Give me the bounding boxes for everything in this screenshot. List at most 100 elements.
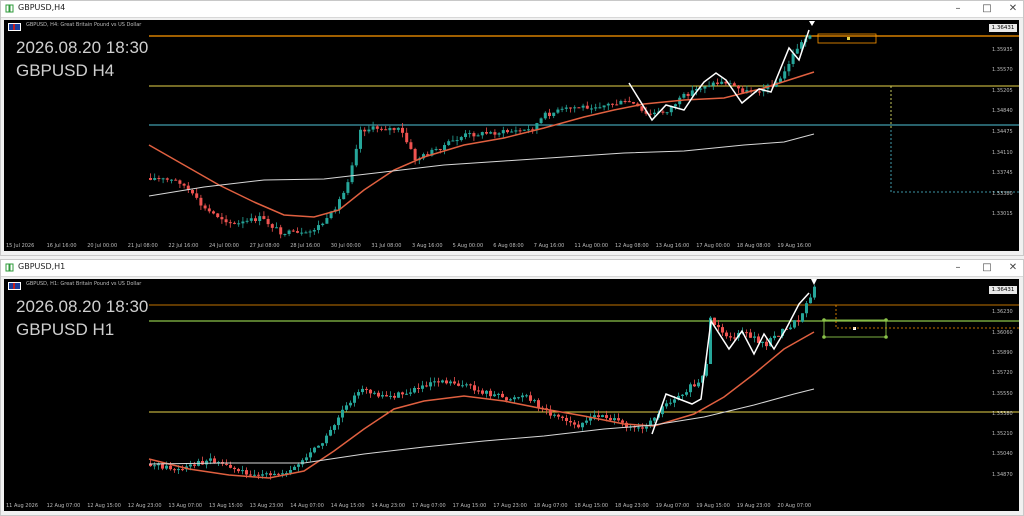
- time-tick-label: 15 Jul 2026: [6, 243, 35, 249]
- candle-body: [269, 473, 272, 476]
- price-tick-label: 1.35210: [992, 431, 1013, 438]
- candle-body: [157, 178, 161, 180]
- price-tick-label: 1.35040: [992, 451, 1013, 458]
- candle-body: [665, 403, 668, 407]
- candle-body: [459, 137, 463, 141]
- maximize-icon[interactable]: □: [980, 2, 994, 16]
- candle-body: [609, 417, 612, 421]
- chart-window-h4[interactable]: GBPUSD,H4 – □ ✕ GBPUSD, H4: Great Britai…: [0, 0, 1024, 256]
- window-titlebar-h4[interactable]: GBPUSD,H4 – □ ✕: [1, 1, 1023, 18]
- candle-body: [153, 178, 157, 180]
- candle-body: [721, 327, 724, 333]
- candle-body: [732, 83, 736, 86]
- candle-body: [464, 133, 467, 138]
- candle-body: [233, 222, 236, 224]
- time-tick-label: 13 Aug 07:00: [168, 503, 203, 509]
- candle-body: [527, 129, 530, 131]
- zone-handle: [884, 318, 888, 322]
- candle-body: [689, 384, 692, 393]
- candle-body: [457, 383, 460, 386]
- maximize-icon[interactable]: □: [980, 261, 994, 275]
- candle-body: [220, 217, 224, 220]
- minimize-icon[interactable]: –: [951, 261, 965, 275]
- candle-body: [441, 380, 444, 383]
- time-tick-label: 18 Aug 23:00: [615, 503, 649, 509]
- candle-body: [557, 414, 560, 417]
- candle-body: [577, 107, 581, 109]
- candle-body: [283, 233, 287, 235]
- chart-canvas-h4[interactable]: [4, 20, 1019, 241]
- candle-body: [653, 112, 656, 115]
- candle-body: [590, 108, 593, 110]
- candle-body: [413, 148, 417, 161]
- window-titlebar-h1[interactable]: GBPUSD,H1 – □ ✕: [1, 260, 1023, 277]
- moving-average-fast: [148, 331, 815, 479]
- candle-body: [165, 178, 169, 180]
- candle-body: [720, 81, 724, 84]
- zigzag-line: [628, 29, 810, 122]
- candle-body: [510, 131, 514, 133]
- zone-marker: [853, 327, 856, 330]
- candle-body: [517, 397, 520, 399]
- candle-body: [389, 395, 392, 397]
- candle-body: [605, 415, 608, 418]
- candle-body: [627, 101, 631, 103]
- candle-body: [443, 145, 446, 150]
- candle-body: [165, 465, 168, 469]
- candle-body: [224, 219, 228, 223]
- candle-body: [321, 443, 324, 446]
- candle-body: [749, 332, 752, 338]
- candle-body: [434, 148, 438, 150]
- chart-window-icon: [5, 4, 14, 13]
- candle-body: [229, 464, 232, 468]
- candle-body: [560, 108, 564, 110]
- candle-body: [253, 474, 256, 476]
- candle-body: [481, 390, 484, 394]
- time-tick-label: 12 Aug 15:00: [87, 503, 121, 509]
- candle-body: [573, 422, 576, 425]
- candle-body: [361, 388, 364, 393]
- candle-body: [783, 71, 787, 79]
- candle-body: [808, 35, 812, 39]
- price-chart-h1[interactable]: GBPUSD, H1: Great Britain Pound vs US Do…: [4, 279, 1019, 501]
- candle-body: [346, 182, 350, 193]
- signal-marker: [811, 279, 817, 285]
- candle-body: [505, 397, 508, 401]
- candle-body: [725, 332, 728, 337]
- price-tick-label: 1.36060: [992, 329, 1013, 336]
- chart-canvas-h1[interactable]: [4, 279, 1019, 501]
- candle-body: [392, 128, 396, 130]
- candle-body: [425, 385, 428, 387]
- current-price-badge: 1.36431: [989, 24, 1017, 32]
- price-tick-label: 1.35205: [992, 87, 1013, 94]
- time-tick-label: 28 Jul 16:00: [290, 243, 321, 249]
- time-tick-label: 12 Aug 07:00: [46, 503, 81, 509]
- time-tick-label: 7 Aug 16:00: [533, 243, 565, 249]
- candle-body: [401, 127, 404, 133]
- candle-body: [433, 381, 436, 383]
- candle-body: [342, 192, 346, 200]
- candle-body: [371, 126, 375, 130]
- candle-body: [169, 465, 172, 470]
- time-tick-label: 13 Aug 15:00: [209, 503, 243, 509]
- candle-body: [685, 392, 688, 395]
- candle-body: [397, 392, 400, 398]
- minimize-icon[interactable]: –: [951, 2, 965, 16]
- close-icon[interactable]: ✕: [1006, 261, 1020, 275]
- candle-body: [787, 63, 791, 72]
- candle-body: [199, 197, 203, 206]
- candle-body: [493, 132, 497, 135]
- candle-body: [301, 460, 304, 465]
- candle-body: [216, 213, 220, 218]
- time-tick-label: 17 Aug 23:00: [493, 503, 527, 509]
- chart-window-h1[interactable]: GBPUSD,H1 – □ ✕ GBPUSD, H1: Great Britai…: [0, 259, 1024, 516]
- candle-body: [506, 130, 509, 133]
- price-chart-h4[interactable]: GBPUSD, H4: Great Britain Pound vs US Do…: [4, 20, 1019, 241]
- candle-body: [297, 464, 300, 467]
- candle-body: [305, 457, 308, 461]
- close-icon[interactable]: ✕: [1006, 2, 1020, 16]
- window-title: GBPUSD,H4: [18, 3, 66, 12]
- candle-body: [537, 400, 540, 408]
- candle-body: [153, 465, 156, 467]
- candle-body: [637, 427, 640, 429]
